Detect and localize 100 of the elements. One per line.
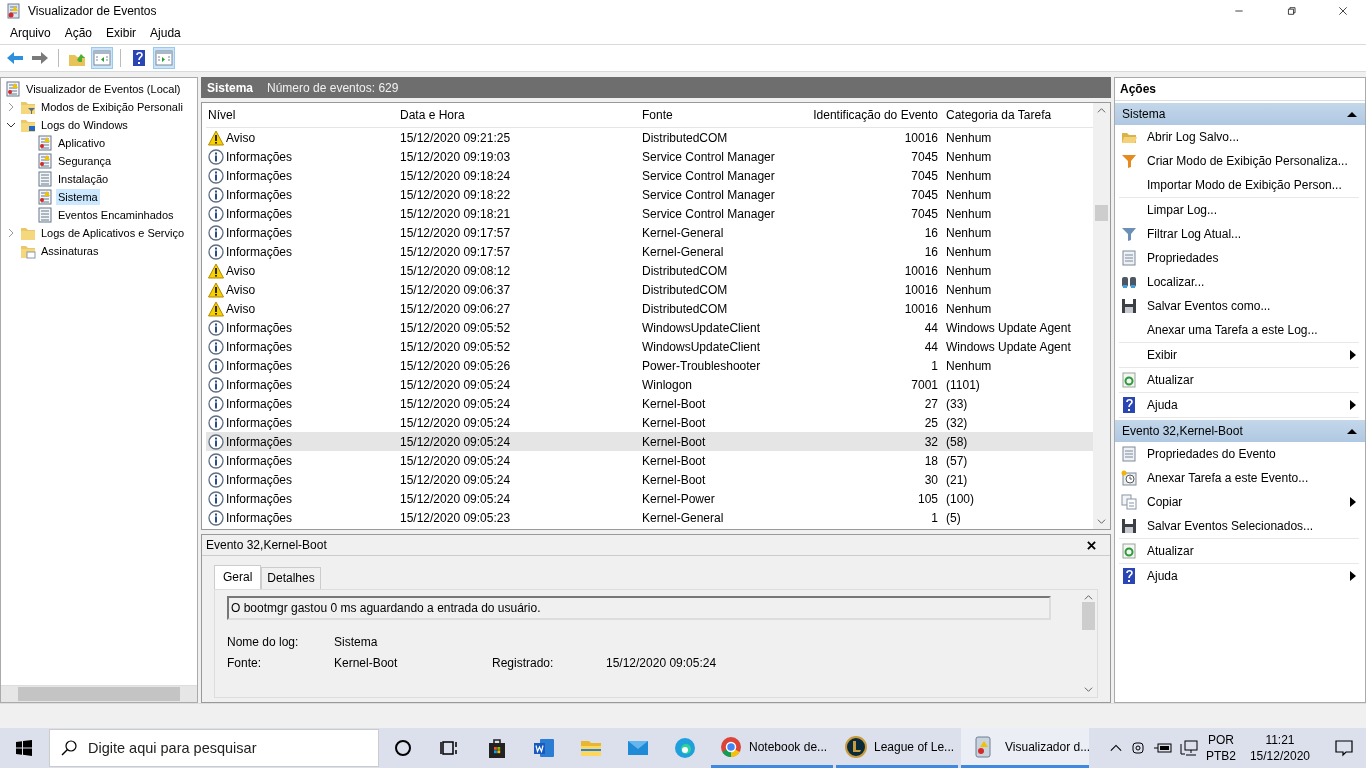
column-header[interactable]: Data e Hora — [398, 108, 640, 122]
notification-icon[interactable] — [1334, 738, 1354, 758]
action-item[interactable]: Importar Modo de Exibição Person... — [1147, 178, 1359, 192]
collapse-icon[interactable] — [1347, 428, 1357, 434]
table-cell: Informações — [226, 149, 293, 164]
browser-icon[interactable] — [672, 736, 697, 760]
refresh-icon — [1121, 372, 1137, 388]
scroll-down-icon[interactable] — [1097, 517, 1106, 526]
clock[interactable]: 11:21 15/12/2020 — [1249, 732, 1310, 764]
tree-item[interactable]: Logs do Windows — [39, 117, 130, 133]
action-item[interactable]: Ajuda — [1147, 569, 1350, 583]
action-item[interactable]: Salvar Eventos como... — [1147, 299, 1359, 313]
tree-item[interactable]: Modos de Exibição Personali — [39, 99, 185, 115]
table-cell-text: Kernel-General — [641, 225, 725, 240]
table-cell-text: 7045 — [910, 149, 939, 164]
expand-chevron-icon[interactable] — [6, 102, 16, 112]
table-cell-text: Windows Update Agent — [945, 320, 1072, 335]
tab[interactable]: Geral — [214, 565, 262, 589]
tab[interactable]: Detalhes — [261, 567, 321, 589]
action-item[interactable]: Anexar Tarefa a este Evento... — [1147, 471, 1359, 485]
info-icon — [208, 471, 224, 488]
tree-item[interactable]: Visualizador de Eventos (Local) — [24, 81, 183, 97]
action-item[interactable]: Criar Modo de Exibição Personaliza... — [1147, 154, 1359, 168]
tree-item[interactable]: Segurança — [56, 153, 114, 169]
document-icon[interactable] — [531, 736, 556, 760]
vertical-scrollbar[interactable] — [1093, 103, 1110, 529]
section-header[interactable]: Sistema — [1115, 103, 1365, 125]
action-item[interactable]: Propriedades do Evento — [1147, 447, 1359, 461]
column-header[interactable]: Identificação do Evento — [792, 108, 944, 122]
tree-item[interactable]: Instalação — [56, 171, 111, 187]
action-item[interactable]: Atualizar — [1147, 373, 1359, 387]
pane-toggle-icon[interactable] — [91, 47, 113, 69]
scroll-up-icon[interactable] — [1097, 106, 1106, 115]
table-cell-text: 15/12/2020 09:06:27 — [399, 301, 512, 316]
table-cell-text: Nenhum — [945, 130, 993, 145]
menu-item[interactable]: Ajuda — [143, 26, 188, 40]
field-label: Registrado: — [492, 656, 555, 670]
camera-icon[interactable] — [1129, 740, 1146, 756]
action-item[interactable]: Limpar Log... — [1147, 203, 1359, 217]
expand-chevron-icon[interactable] — [6, 228, 16, 238]
table-cell: Informações — [226, 491, 293, 506]
chevron-up-icon[interactable] — [1109, 743, 1122, 753]
menu-item[interactable]: Exibir — [99, 26, 144, 40]
scroll-down-icon[interactable] — [1084, 685, 1093, 694]
scroll-up-icon[interactable] — [1084, 593, 1093, 602]
action-item[interactable]: Abrir Log Salvo... — [1147, 130, 1359, 144]
tree-item[interactable]: Eventos Encaminhados — [56, 207, 176, 223]
action-item[interactable]: Propriedades — [1147, 251, 1359, 265]
log-icon — [37, 171, 53, 187]
action-item[interactable]: Localizar... — [1147, 275, 1359, 289]
table-cell-text: 44 — [923, 339, 939, 354]
action-item[interactable]: Salvar Eventos Selecionados... — [1147, 519, 1359, 533]
table-cell-text: 15/12/2020 09:18:21 — [399, 206, 512, 221]
info-icon — [208, 186, 224, 203]
taskbar-app[interactable]: Notebook de... — [711, 728, 833, 768]
tree-item[interactable]: Logs de Aplicativos e Serviço — [39, 225, 187, 241]
network-icon[interactable] — [1179, 740, 1198, 756]
scrollbar-thumb[interactable] — [1095, 205, 1108, 221]
scrollbar-thumb[interactable] — [18, 687, 180, 701]
tree-item[interactable]: Aplicativo — [56, 135, 108, 151]
collapse-chevron-icon[interactable] — [6, 120, 16, 130]
action-item[interactable]: Copiar — [1147, 495, 1350, 509]
collapse-icon[interactable] — [1347, 111, 1357, 117]
scrollbar-thumb[interactable] — [1082, 602, 1095, 630]
table-cell-text: Nenhum — [945, 225, 993, 240]
action-item[interactable]: Filtrar Log Atual... — [1147, 227, 1359, 241]
column-header[interactable]: Fonte — [640, 108, 792, 122]
horizontal-scrollbar[interactable] — [1, 685, 197, 702]
table-cell: Informações — [226, 187, 293, 202]
action-item[interactable]: Atualizar — [1147, 544, 1359, 558]
action-item[interactable]: Ajuda — [1147, 398, 1350, 412]
close-icon[interactable] — [1087, 540, 1096, 550]
table-cell-text: 15/12/2020 09:05:24 — [399, 415, 512, 430]
info-icon — [208, 205, 224, 222]
table-cell-text: 15/12/2020 09:06:37 — [399, 282, 512, 297]
table-cell-text: 15/12/2020 09:05:52 — [399, 339, 512, 354]
action-item[interactable]: Anexar uma Tarefa a este Log... — [1147, 323, 1359, 337]
windows-start-icon[interactable] — [16, 740, 32, 756]
log-icon — [37, 207, 53, 223]
tree-item[interactable]: Sistema — [56, 189, 100, 205]
table-cell: Informações — [226, 396, 293, 411]
language-indicator[interactable]: POR PTB2 — [1205, 732, 1236, 764]
menu-item[interactable]: Ação — [57, 26, 100, 40]
warning-icon — [208, 129, 224, 146]
battery-icon[interactable] — [1153, 742, 1172, 754]
pane-toggle-icon[interactable] — [153, 47, 175, 69]
menu-item[interactable]: Arquivo — [3, 26, 58, 40]
selected-row[interactable]: Informações 15/12/2020 09:05:24 Kernel-Boot 32 (58) — [206, 432, 1093, 451]
search-field[interactable]: Digite aqui para pesquisar — [49, 729, 379, 767]
column-header[interactable]: Nível — [206, 108, 398, 122]
warning-icon — [208, 262, 224, 279]
tree-item[interactable]: Assinaturas — [39, 243, 101, 259]
taskbar-app[interactable]: League of Le... — [836, 728, 958, 768]
taskbar-app[interactable]: Visualizador d... — [961, 728, 1089, 768]
table-cell: Informações — [226, 434, 293, 449]
action-item[interactable]: Exibir — [1147, 348, 1350, 362]
section-header[interactable]: Evento 32,Kernel-Boot — [1115, 420, 1365, 442]
column-header[interactable]: Categoria da Tarefa — [944, 108, 1092, 122]
table-cell-text: Kernel-Boot — [641, 434, 707, 449]
folder-icon — [20, 243, 36, 259]
